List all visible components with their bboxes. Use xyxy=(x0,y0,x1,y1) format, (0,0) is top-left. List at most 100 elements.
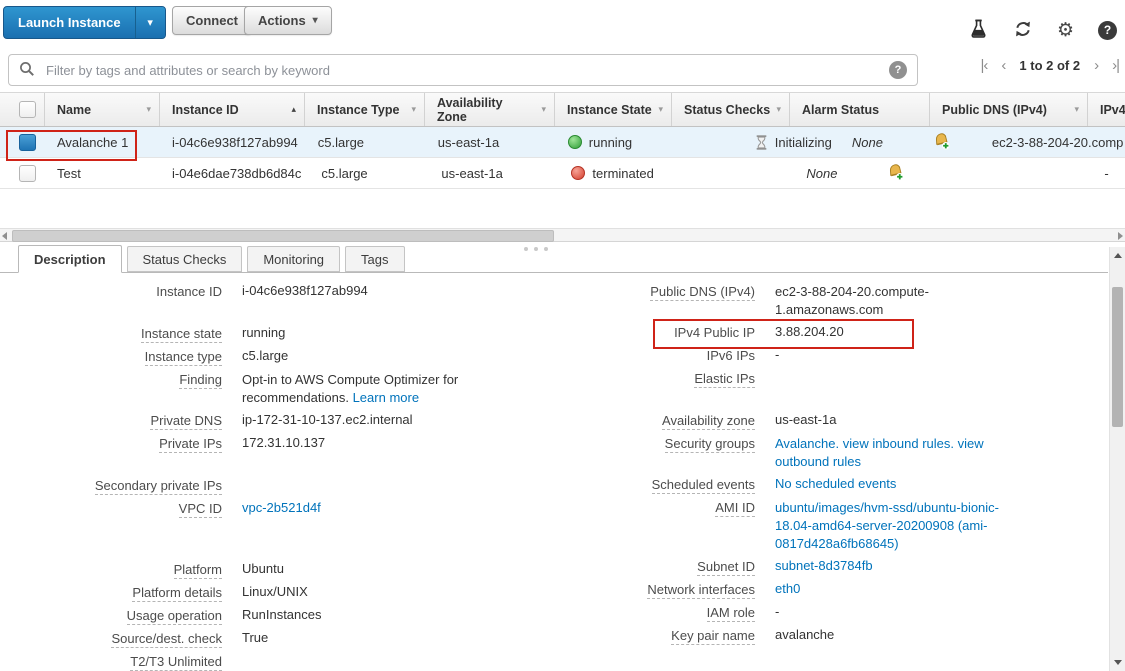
vpc-id-link[interactable]: vpc-2b521d4f xyxy=(242,500,321,518)
row-checkbox[interactable] xyxy=(19,134,36,151)
row-private-dns: Private DNS ip-172-31-10-137.ec2.interna… xyxy=(0,412,490,430)
field-label: Private DNS xyxy=(0,412,222,429)
field-value: c5.large xyxy=(242,348,288,366)
column-header-status-checks[interactable]: Status Checks▾ xyxy=(672,93,790,126)
row-vpc-id: VPC ID vpc-2b521d4f xyxy=(0,500,490,518)
previous-page-icon[interactable]: ‹ xyxy=(1001,58,1005,73)
row-network-interfaces: Network interfaces eth0 xyxy=(560,581,1000,599)
cell-instance-state: terminated xyxy=(559,166,676,181)
cell-availability-zone: us-east-1a xyxy=(429,166,559,181)
scroll-down-icon[interactable] xyxy=(1114,660,1122,665)
last-page-icon[interactable]: ›| xyxy=(1112,58,1119,73)
security-groups-links[interactable]: Avalanche. view inbound rules. view outb… xyxy=(775,435,984,471)
search-help-icon[interactable]: ? xyxy=(889,61,907,79)
tab-status-checks[interactable]: Status Checks xyxy=(127,246,243,272)
field-label: Instance ID xyxy=(0,283,222,300)
ami-id-link[interactable]: ubuntu/images/hvm-ssd/ubuntu-bionic- 18.… xyxy=(775,499,999,553)
running-status-icon xyxy=(568,135,582,149)
filter-caret-icon[interactable]: ▾ xyxy=(535,104,546,115)
scroll-up-icon[interactable] xyxy=(1114,253,1122,258)
row-source-dest-check: Source/dest. check True xyxy=(0,630,490,648)
create-alarm-bell-icon[interactable] xyxy=(932,132,950,153)
field-label: Elastic IPs xyxy=(560,370,755,387)
vertical-scroll-thumb[interactable] xyxy=(1112,287,1123,427)
field-label: AMI ID xyxy=(560,499,755,516)
column-header-availability-zone[interactable]: Availability Zone▾ xyxy=(425,93,555,126)
cell-alarm-status: None xyxy=(794,163,934,184)
first-page-icon[interactable]: |‹ xyxy=(981,58,988,73)
field-label: Usage operation xyxy=(0,607,222,624)
field-value: ip-172-31-10-137.ec2.internal xyxy=(242,412,413,430)
row-checkbox[interactable] xyxy=(19,165,36,182)
cell-instance-id: i-04e6dae738db6d84c xyxy=(160,166,309,181)
field-label: Key pair name xyxy=(560,627,755,644)
column-header-alarm-status[interactable]: Alarm Status xyxy=(790,93,930,126)
horizontal-scroll-thumb[interactable] xyxy=(12,230,554,242)
field-label: Public DNS (IPv4) xyxy=(560,283,755,300)
filter-search-box[interactable]: ? xyxy=(8,54,918,86)
column-header-name[interactable]: Name▾ xyxy=(45,93,160,126)
table-row-test[interactable]: Test i-04e6dae738db6d84c c5.large us-eas… xyxy=(0,158,1125,189)
table-row-avalanche-1[interactable]: Avalanche 1 i-04c6e938f127ab994 c5.large… xyxy=(0,127,1125,158)
help-icon[interactable]: ? xyxy=(1098,21,1117,40)
row-instance-id: Instance ID i-04c6e938f127ab994 xyxy=(0,283,490,301)
connect-button[interactable]: Connect xyxy=(172,6,252,35)
filter-caret-icon[interactable]: ▾ xyxy=(1068,104,1079,115)
field-value: - xyxy=(775,604,779,622)
refresh-icon[interactable] xyxy=(1013,19,1033,42)
actions-button[interactable]: Actions▾ xyxy=(244,6,332,35)
field-value: 3.88.204.20 xyxy=(775,324,844,342)
row-instance-state: Instance state running xyxy=(0,325,490,343)
column-header-instance-type[interactable]: Instance Type▾ xyxy=(305,93,425,126)
launch-instance-button[interactable]: Launch Instance ▾ xyxy=(3,6,166,39)
learn-more-link[interactable]: Learn more xyxy=(353,390,419,405)
field-value: avalanche xyxy=(775,627,834,645)
sort-ascending-icon[interactable]: ▴ xyxy=(285,104,296,115)
next-page-icon[interactable]: › xyxy=(1094,58,1098,73)
toolbar: Launch Instance ▾ Connect Actions▾ ⚙ ? xyxy=(0,0,1125,48)
field-value: Linux/UNIX xyxy=(242,584,308,602)
tab-monitoring[interactable]: Monitoring xyxy=(247,246,340,272)
field-value: running xyxy=(242,325,285,343)
description-right-column: Public DNS (IPv4) ec2-3-88-204-20.comput… xyxy=(560,273,1000,650)
settings-gear-icon[interactable]: ⚙ xyxy=(1057,21,1074,40)
column-header-public-ip[interactable]: IPv4 Public IP xyxy=(1088,93,1125,126)
filter-caret-icon[interactable]: ▾ xyxy=(140,104,151,115)
horizontal-scrollbar[interactable] xyxy=(0,228,1125,242)
subnet-id-link[interactable]: subnet-8d3784fb xyxy=(775,558,873,576)
filter-row: ? |‹ ‹ 1 to 2 of 2 › ›| xyxy=(0,50,1125,92)
toolbar-icons: ⚙ ? xyxy=(968,18,1117,42)
field-label: T2/T3 Unlimited xyxy=(0,653,222,670)
row-instance-type: Instance type c5.large xyxy=(0,348,490,366)
scroll-left-icon[interactable] xyxy=(2,232,7,240)
tab-tags[interactable]: Tags xyxy=(345,246,404,272)
launch-instance-caret-icon[interactable]: ▾ xyxy=(135,7,165,38)
field-label: Subnet ID xyxy=(560,558,755,575)
scroll-right-icon[interactable] xyxy=(1118,232,1123,240)
column-header-instance-id[interactable]: Instance ID▴ xyxy=(160,93,305,126)
launch-instance-label[interactable]: Launch Instance xyxy=(4,7,135,38)
tab-description[interactable]: Description xyxy=(18,245,122,273)
field-label: IPv4 Public IP xyxy=(560,324,755,341)
field-label: Platform details xyxy=(0,584,222,601)
row-scheduled-events: Scheduled events No scheduled events xyxy=(560,476,1000,494)
column-header-instance-state[interactable]: Instance State▾ xyxy=(555,93,672,126)
cell-alarm-status: None xyxy=(840,132,980,153)
vertical-scrollbar[interactable] xyxy=(1109,247,1125,671)
row-security-groups: Security groups Avalanche. view inbound … xyxy=(560,435,1000,471)
row-ami-id: AMI ID ubuntu/images/hvm-ssd/ubuntu-bion… xyxy=(560,499,1000,553)
row-platform-details: Platform details Linux/UNIX xyxy=(0,584,490,602)
create-alarm-bell-icon[interactable] xyxy=(886,163,904,184)
select-all-checkbox[interactable] xyxy=(19,101,36,118)
field-label: VPC ID xyxy=(0,500,222,517)
filter-input[interactable] xyxy=(44,62,889,79)
row-ipv6-ips: IPv6 IPs - xyxy=(560,347,1000,365)
scheduled-events-link[interactable]: No scheduled events xyxy=(775,476,896,494)
network-interface-link[interactable]: eth0 xyxy=(775,581,800,599)
experiment-flask-icon[interactable] xyxy=(968,18,989,42)
filter-caret-icon[interactable]: ▾ xyxy=(405,104,416,115)
filter-caret-icon[interactable]: ▾ xyxy=(770,104,781,115)
column-header-public-dns[interactable]: Public DNS (IPv4)▾ xyxy=(930,93,1088,126)
filter-caret-icon[interactable]: ▾ xyxy=(652,104,663,115)
field-label: Network interfaces xyxy=(560,581,755,598)
